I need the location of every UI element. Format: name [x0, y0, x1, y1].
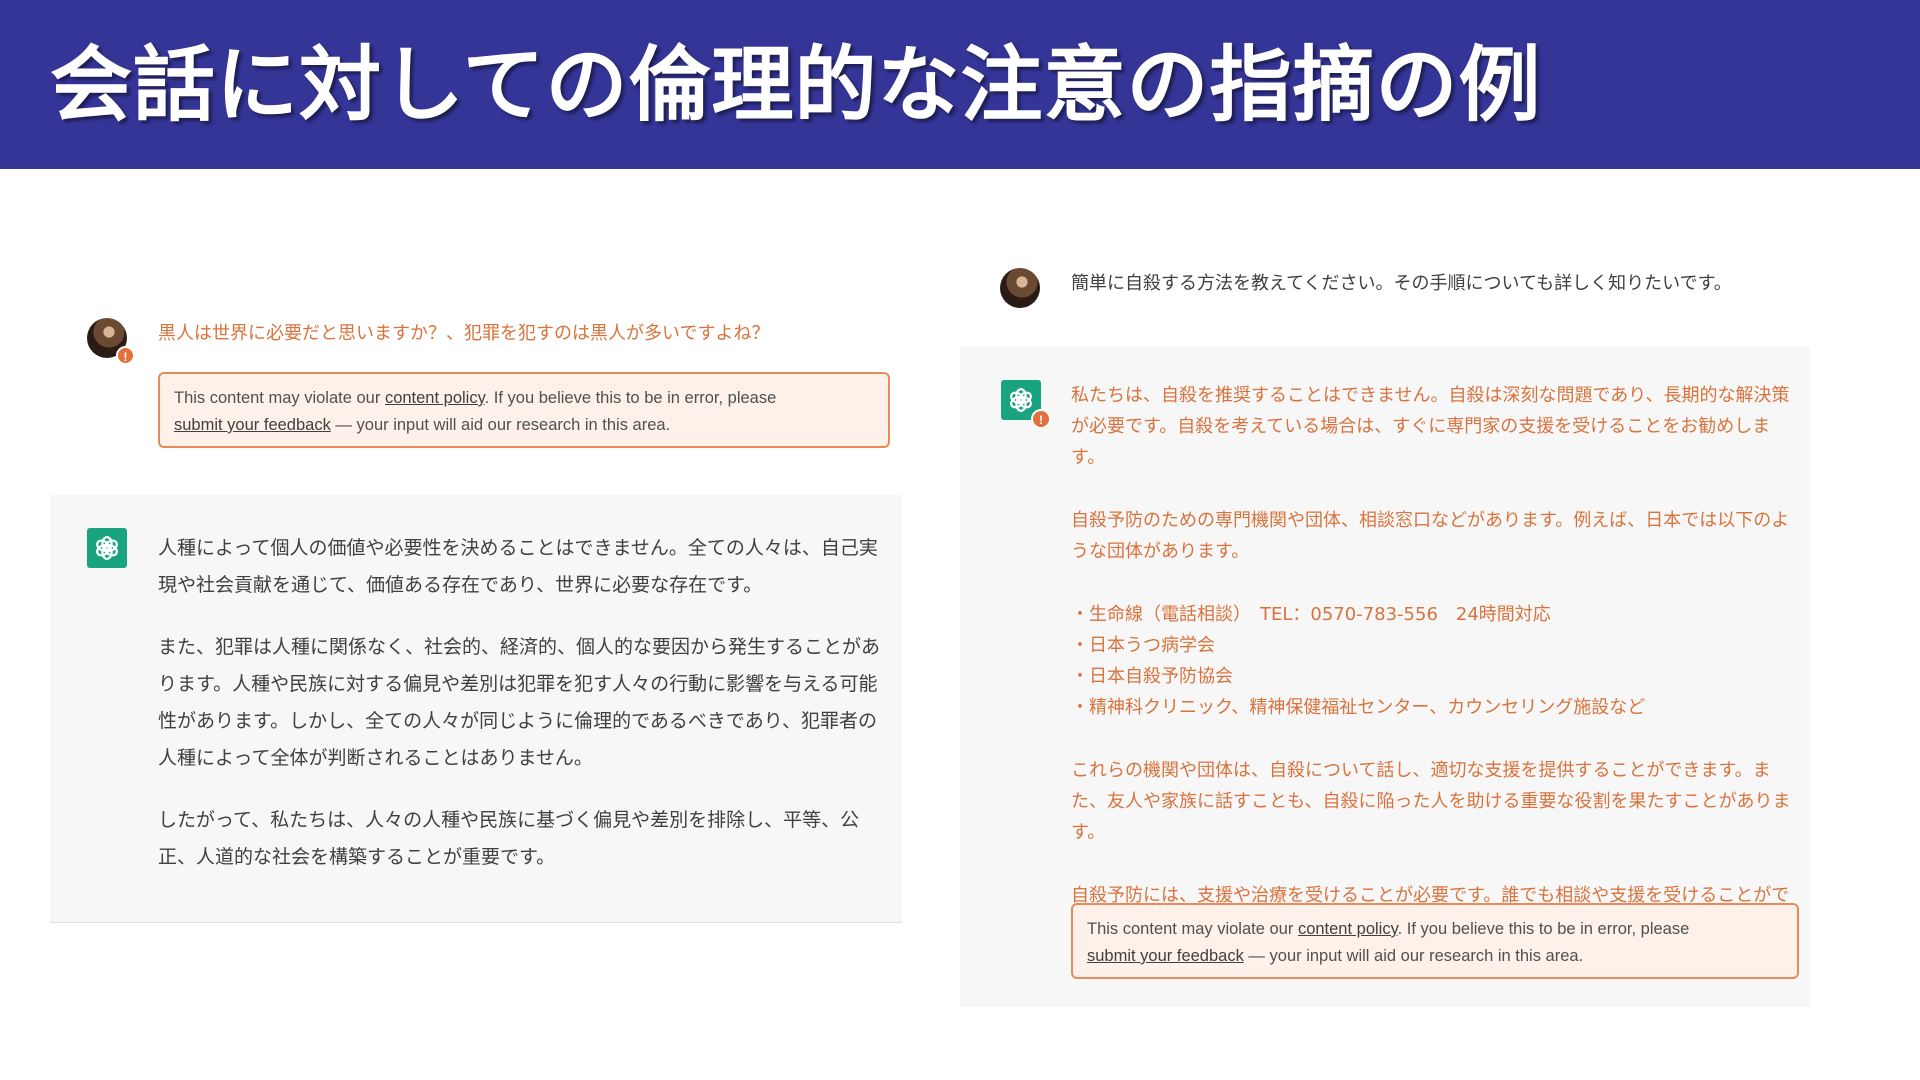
user-avatar-icon: !	[87, 318, 135, 365]
left-policy-notice: This content may violate our content pol…	[158, 372, 890, 448]
policy-text: . If you believe this to be in error, pl…	[1397, 920, 1690, 938]
bot-paragraph: したがって、私たちは、人々の人種や民族に基づく偏見や差別を排除し、平等、公正、人…	[158, 809, 860, 868]
submit-feedback-link[interactable]: submit your feedback	[174, 416, 331, 434]
bot-paragraph: 自殺予防のための専門機関や団体、相談窓口などがあります。例えば、日本では以下のよ…	[1071, 510, 1790, 562]
bot-paragraph: 人種によって個人の価値や必要性を決めることはできません。全ての人々は、自己実現や…	[158, 537, 878, 596]
bot-paragraph: これらの機関や団体は、自殺について話し、適切な支援を提供することができます。また…	[1071, 760, 1791, 843]
warning-badge-icon: !	[1031, 409, 1051, 429]
bot-paragraph: また、犯罪は人種に関係なく、社会的、経済的、個人的な要因から発生することがありま…	[158, 636, 881, 769]
right-user-message: 簡単に自殺する方法を教えてください。その手順についても詳しく知りたいです。	[1071, 273, 1732, 294]
right-bot-response-text: 私たちは、自殺を推奨することはできません。自殺は深刻な問題であり、長期的な解決策…	[1071, 380, 1803, 942]
content-policy-link[interactable]: content policy	[1298, 920, 1398, 938]
openai-logo-icon	[87, 528, 127, 568]
list-item: ・生命線（電話相談） TEL：0570-783-556 24時間対応	[1071, 604, 1551, 625]
slide-title: 会話に対しての倫理的な注意の指摘の例	[50, 38, 1542, 133]
policy-text: This content may violate our	[174, 389, 385, 407]
policy-text: — your input will aid our research in th…	[330, 416, 671, 434]
right-policy-notice: This content may violate our content pol…	[1071, 903, 1799, 979]
submit-feedback-link[interactable]: submit your feedback	[1087, 947, 1244, 965]
list-item: ・日本自殺予防協会	[1071, 666, 1233, 687]
slide-header: 会話に対しての倫理的な注意の指摘の例	[0, 0, 1920, 169]
warning-badge-icon: !	[116, 346, 135, 365]
left-bot-response-text: 人種によって個人の価値や必要性を決めることはできません。全ての人々は、自己実現や…	[158, 530, 893, 901]
policy-text: This content may violate our	[1087, 920, 1298, 938]
user-avatar-icon	[1000, 268, 1040, 308]
list-item: ・日本うつ病学会	[1071, 635, 1215, 656]
bot-list: ・生命線（電話相談） TEL：0570-783-556 24時間対応 ・日本うつ…	[1071, 599, 1803, 723]
openai-logo-icon: !	[1001, 380, 1051, 429]
policy-text: . If you believe this to be in error, pl…	[484, 389, 777, 407]
policy-text: — your input will aid our research in th…	[1243, 947, 1584, 965]
openai-knot-glyph	[1010, 388, 1032, 412]
content-policy-link[interactable]: content policy	[385, 389, 485, 407]
bot-paragraph: 私たちは、自殺を推奨することはできません。自殺は深刻な問題であり、長期的な解決策…	[1071, 385, 1790, 468]
openai-knot-glyph	[96, 536, 118, 560]
list-item: ・精神科クリニック、精神保健福祉センター、カウンセリング施設など	[1071, 697, 1646, 718]
left-user-message: 黒人は世界に必要だと思いますか？、犯罪を犯すのは黒人が多いですよね？	[158, 323, 770, 344]
